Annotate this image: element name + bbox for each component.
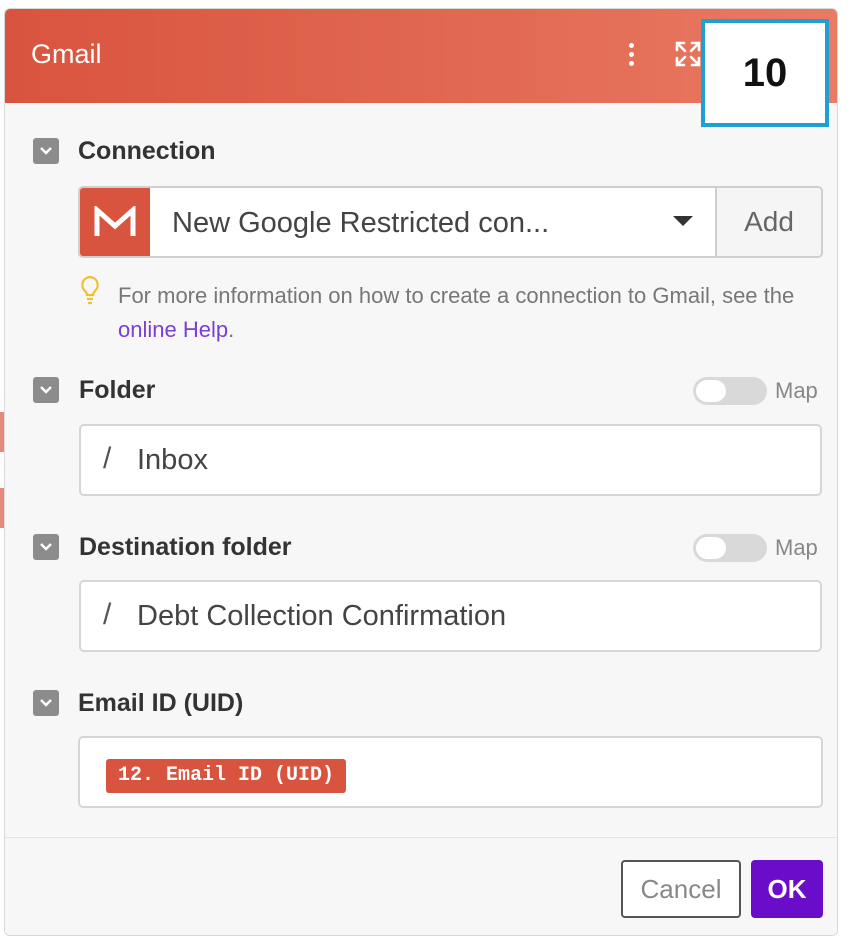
destination-folder-field[interactable]: / Debt Collection Confirmation xyxy=(79,580,822,652)
more-options-icon[interactable] xyxy=(621,39,641,73)
email-id-collapse-toggle[interactable] xyxy=(33,690,59,716)
folder-map-toggle[interactable] xyxy=(693,377,767,405)
folder-label: Folder xyxy=(79,376,156,404)
dropdown-caret-icon xyxy=(673,216,693,226)
chevron-down-icon xyxy=(40,699,52,707)
cancel-button[interactable]: Cancel xyxy=(621,860,741,918)
destination-folder-map-label: Map xyxy=(775,535,818,560)
hint-period: . xyxy=(228,317,235,342)
expand-icon[interactable] xyxy=(675,41,701,67)
connection-select[interactable]: New Google Restricted con... xyxy=(150,188,717,256)
online-help-link[interactable]: online Help xyxy=(118,317,228,342)
folder-path-icon: / xyxy=(103,442,112,475)
toggle-knob xyxy=(696,537,726,559)
connection-label: Connection xyxy=(78,137,216,165)
email-id-field[interactable]: 12. Email ID (UID) xyxy=(78,736,823,808)
chevron-down-icon xyxy=(40,543,52,551)
gmail-module-dialog: Gmail Connection New Google Restricted c… xyxy=(4,8,838,936)
chevron-down-icon xyxy=(40,386,52,394)
folder-path-icon: / xyxy=(103,598,112,631)
destination-folder-collapse-toggle[interactable] xyxy=(33,534,59,560)
ok-button[interactable]: OK xyxy=(751,860,823,918)
toggle-knob xyxy=(696,380,726,402)
email-id-label: Email ID (UID) xyxy=(78,689,244,717)
folder-map-label: Map xyxy=(775,378,818,403)
connection-help-text: For more information on how to create a … xyxy=(118,279,828,347)
hint-text: For more information on how to create a … xyxy=(118,283,795,308)
destination-folder-map-toggle[interactable] xyxy=(693,534,767,562)
destination-folder-label: Destination folder xyxy=(79,533,292,561)
lightbulb-icon xyxy=(81,275,99,305)
destination-folder-value: Debt Collection Confirmation xyxy=(137,600,507,632)
connection-selected-value: New Google Restricted con... xyxy=(172,207,550,239)
dialog-title: Gmail xyxy=(31,39,102,69)
step-number-badge: 10 xyxy=(701,19,829,127)
add-connection-button[interactable]: Add xyxy=(717,188,821,256)
folder-field[interactable]: / Inbox xyxy=(79,424,822,496)
mapped-variable-pill[interactable]: 12. Email ID (UID) xyxy=(106,759,347,793)
folder-collapse-toggle[interactable] xyxy=(33,377,59,403)
folder-value: Inbox xyxy=(137,444,208,476)
dialog-footer: Cancel OK xyxy=(5,837,837,935)
gmail-logo-icon xyxy=(80,188,150,256)
connection-collapse-toggle[interactable] xyxy=(33,138,59,164)
connection-picker: New Google Restricted con... Add xyxy=(78,186,823,258)
chevron-down-icon xyxy=(40,147,52,155)
